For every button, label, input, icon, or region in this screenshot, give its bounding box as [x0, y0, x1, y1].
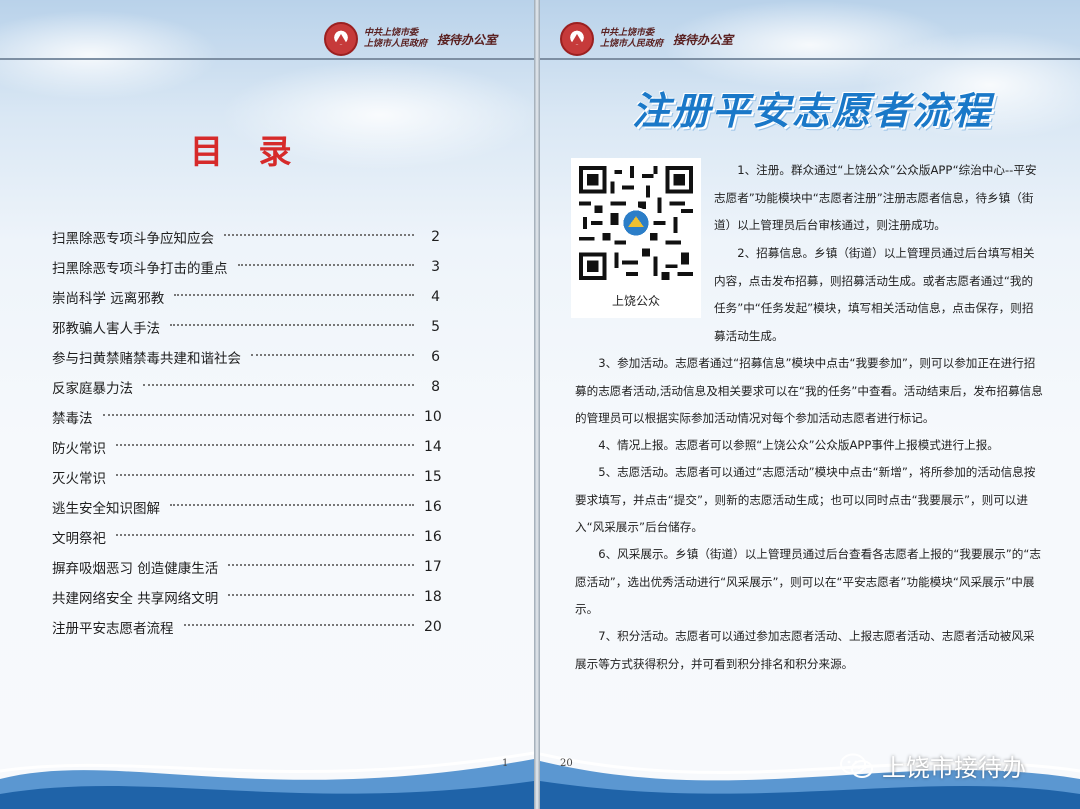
toc-item-label: 邪教骗人害人手法: [52, 321, 160, 337]
toc-leader-dots: [170, 504, 414, 506]
toc-item-page: 14: [424, 439, 442, 455]
toc-item[interactable]: 崇尚科学 远离邪教 4: [52, 282, 440, 312]
paragraph: 4、情况上报。志愿者可以参照“上饶公众”公众版APP事件上报模式进行上报。: [598, 438, 999, 452]
qr-code-card: 上饶公众: [571, 158, 701, 318]
paragraph: 6、风采展示。乡镇（街道）以上管理员通过后台查看各志愿者上报的“我要展示”的“志…: [575, 547, 1041, 617]
toc-item-label: 防火常识: [52, 441, 106, 457]
qr-code-icon: [579, 166, 693, 280]
step-recruitment: 2、招募信息。乡镇（街道）以上管理员通过后台填写相关内容，点击发布招募，则招募活…: [714, 240, 1044, 350]
toc-item[interactable]: 邪教骗人害人手法 5: [52, 312, 440, 342]
org-line1: 中共上饶市委: [600, 28, 655, 38]
table-of-contents: 扫黑除恶专项斗争应知应会 2 扫黑除恶专项斗争打击的重点 3 崇尚科学 远离邪教 4 …: [52, 222, 442, 642]
paragraph: 5、志愿活动。志愿者可以通过“志愿活动”模块中点击“新增”，将所参加的活动信息按…: [575, 465, 1036, 535]
page-number: 1: [502, 758, 509, 769]
toc-item-page: 6: [431, 349, 440, 365]
emblem-logo-icon: [560, 22, 594, 56]
cloud-decoration: [0, 10, 220, 100]
step-points: 7、积分活动。志愿者可以通过参加志愿者活动、上报志愿者活动、志愿者活动被风采展示…: [575, 623, 1045, 678]
toc-leader-dots: [170, 324, 414, 326]
toc-item[interactable]: 扫黑除恶专项斗争打击的重点 3: [52, 252, 440, 282]
org-name: 中共上饶市委 上饶市人民政府: [600, 28, 663, 50]
paragraph: 1、注册。群众通过“上饶公众”公众版APP“综治中心--平安志愿者”功能模块中“…: [714, 163, 1037, 233]
paragraph: 7、积分活动。志愿者可以通过参加志愿者活动、上报志愿者活动、志愿者活动被风采展示…: [575, 629, 1035, 671]
toc-item-label: 扫黑除恶专项斗争打击的重点: [52, 261, 228, 277]
toc-item-page: 17: [424, 559, 442, 575]
toc-leader-dots: [102, 414, 414, 416]
toc-leader-dots: [228, 564, 414, 566]
toc-item-page: 15: [424, 469, 442, 485]
toc-item-page: 3: [431, 259, 440, 275]
office-name: 接待办公室: [437, 32, 498, 47]
step-registration: 1、注册。群众通过“上饶公众”公众版APP“综治中心--平安志愿者”功能模块中“…: [714, 157, 1044, 240]
toc-item-page: 18: [424, 589, 442, 605]
toc-item[interactable]: 共建网络安全 共享网络文明 18: [52, 582, 442, 612]
toc-item[interactable]: 禁毒法 10: [52, 402, 442, 432]
toc-leader-dots: [143, 384, 414, 386]
wechat-icon: [840, 753, 873, 778]
org-line2: 上饶市人民政府: [600, 39, 664, 49]
toc-item[interactable]: 扫黑除恶专项斗争应知应会 2: [52, 222, 440, 252]
toc-item[interactable]: 反家庭暴力法 8: [52, 372, 440, 402]
toc-item-page: 16: [424, 499, 442, 515]
toc-item-label: 注册平安志愿者流程: [52, 621, 174, 637]
toc-item[interactable]: 防火常识 14: [52, 432, 442, 462]
page-title: 注册平安志愿者流程: [632, 89, 993, 133]
page-header: 中共上饶市委 上饶市人民政府 接待办公室: [324, 22, 497, 56]
header-rule: [540, 58, 1080, 60]
toc-item-label: 参与扫黄禁赌禁毒共建和谐社会: [52, 351, 241, 367]
toc-leader-dots: [183, 624, 414, 626]
toc-item-label: 逃生安全知识图解: [52, 501, 160, 517]
toc-item-label: 崇尚科学 远离邪教: [52, 291, 165, 307]
wechat-watermark: 上饶市接待办: [840, 748, 1026, 783]
toc-leader-dots: [228, 594, 414, 596]
toc-item-label: 共建网络安全 共享网络文明: [52, 591, 219, 607]
left-page: 中共上饶市委 上饶市人民政府 接待办公室 目 录 扫黑除恶专项斗争应知应会 2 扫…: [0, 0, 534, 809]
toc-item-label: 文明祭祀: [52, 531, 106, 547]
toc-leader-dots: [116, 474, 414, 476]
toc-item-page: 4: [431, 289, 440, 305]
toc-leader-dots: [224, 234, 414, 236]
watermark-text: 上饶市接待办: [882, 754, 1026, 782]
toc-item[interactable]: 摒弃吸烟恶习 创造健康生活 17: [52, 552, 442, 582]
toc-item[interactable]: 逃生安全知识图解 16: [52, 492, 442, 522]
toc-item-label: 禁毒法: [52, 411, 93, 427]
step-showcase: 6、风采展示。乡镇（街道）以上管理员通过后台查看各志愿者上报的“我要展示”的“志…: [575, 541, 1045, 624]
wave-decoration: [0, 751, 534, 809]
toc-item[interactable]: 文明祭祀 16: [52, 522, 442, 552]
toc-leader-dots: [237, 264, 414, 266]
toc-item-page: 10: [424, 409, 442, 425]
toc-leader-dots: [251, 354, 414, 356]
toc-item-page: 20: [424, 619, 442, 635]
step-report: 4、情况上报。志愿者可以参照“上饶公众”公众版APP事件上报模式进行上报。: [575, 432, 1045, 460]
step-join-activity: 3、参加活动。志愿者通过“招募信息”模块中点击“我要参加”，则可以参加正在进行招…: [575, 350, 1045, 433]
toc-leader-dots: [116, 534, 414, 536]
org-line2: 上饶市人民政府: [364, 39, 428, 49]
header-rule: [0, 58, 534, 60]
toc-leader-dots: [174, 294, 414, 296]
toc-item-page: 2: [431, 229, 440, 245]
toc-title: 目 录: [190, 132, 304, 171]
page-number: 20: [560, 758, 573, 769]
toc-item-page: 8: [431, 379, 440, 395]
org-line1: 中共上饶市委: [364, 28, 419, 38]
org-name: 中共上饶市委 上饶市人民政府: [364, 28, 427, 50]
toc-item[interactable]: 参与扫黄禁赌禁毒共建和谐社会 6: [52, 342, 440, 372]
toc-item-page: 5: [431, 319, 440, 335]
toc-item-page: 16: [424, 529, 442, 545]
toc-item[interactable]: 注册平安志愿者流程 20: [52, 612, 442, 642]
page-header: 中共上饶市委 上饶市人民政府 接待办公室: [560, 22, 733, 56]
emblem-logo-icon: [324, 22, 358, 56]
toc-leader-dots: [116, 444, 414, 446]
toc-item-label: 反家庭暴力法: [52, 381, 133, 397]
toc-item-label: 摒弃吸烟恶习 创造健康生活: [52, 561, 219, 577]
paragraph: 2、招募信息。乡镇（街道）以上管理员通过后台填写相关内容，点击发布招募，则招募活…: [714, 246, 1035, 343]
qr-caption: 上饶公众: [611, 294, 660, 308]
office-name: 接待办公室: [673, 32, 734, 47]
paragraph: 3、参加活动。志愿者通过“招募信息”模块中点击“我要参加”，则可以参加正在进行招…: [575, 356, 1043, 426]
toc-item[interactable]: 灭火常识 15: [52, 462, 442, 492]
step-volunteer-activity: 5、志愿活动。志愿者可以通过“志愿活动”模块中点击“新增”，将所参加的活动信息按…: [575, 459, 1045, 542]
toc-item-label: 扫黑除恶专项斗争应知应会: [52, 231, 214, 247]
toc-item-label: 灭火常识: [52, 471, 106, 487]
